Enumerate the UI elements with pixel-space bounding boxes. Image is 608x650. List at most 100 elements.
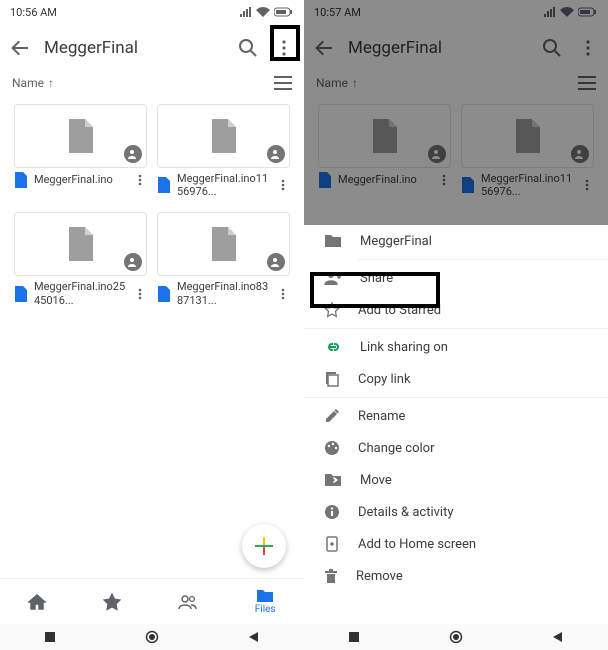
link-icon bbox=[324, 342, 342, 352]
back-nav-icon[interactable] bbox=[552, 631, 564, 643]
sheet-color-label: Change color bbox=[358, 441, 435, 456]
divider bbox=[358, 259, 608, 260]
doc-type-icon bbox=[157, 286, 171, 302]
file-thumbnail bbox=[461, 104, 594, 168]
file-item[interactable]: MeggerFinal.ino8387131... bbox=[157, 212, 290, 314]
home-nav-icon[interactable] bbox=[449, 630, 463, 644]
sheet-rename-label: Rename bbox=[358, 409, 405, 424]
file-item[interactable]: MeggerFinal.ino bbox=[14, 104, 147, 206]
shared-badge bbox=[571, 145, 589, 163]
move-icon bbox=[324, 473, 342, 487]
sheet-link-sharing[interactable]: Link sharing on bbox=[304, 331, 608, 363]
document-icon bbox=[514, 119, 542, 153]
recent-apps-icon[interactable] bbox=[44, 631, 56, 643]
item-more-icon[interactable] bbox=[437, 173, 451, 187]
search-button[interactable] bbox=[540, 36, 564, 60]
person-add-icon bbox=[271, 149, 281, 159]
sheet-rename[interactable]: Rename bbox=[304, 400, 608, 432]
sort-button[interactable]: Name ↑ bbox=[12, 76, 54, 90]
clock: 10:56 AM bbox=[10, 6, 57, 19]
more-button[interactable] bbox=[576, 36, 600, 60]
fab-button[interactable] bbox=[242, 524, 286, 568]
status-icons bbox=[240, 7, 294, 17]
shared-badge bbox=[124, 253, 142, 271]
file-item[interactable]: MeggerFinal.ino1156976... bbox=[157, 104, 290, 206]
recent-apps-icon[interactable] bbox=[348, 631, 360, 643]
home-icon bbox=[28, 593, 46, 611]
doc-type-icon bbox=[157, 177, 171, 193]
sheet-remove-label: Remove bbox=[356, 569, 403, 584]
item-more-icon[interactable] bbox=[133, 287, 147, 301]
battery-icon bbox=[578, 7, 598, 17]
sheet-copy-link[interactable]: Copy link bbox=[304, 363, 608, 395]
search-button[interactable] bbox=[236, 36, 260, 60]
doc-type-icon bbox=[14, 172, 28, 188]
file-item[interactable]: MeggerFinal.ino2545016... bbox=[14, 212, 147, 314]
view-toggle-button[interactable] bbox=[274, 76, 292, 90]
sheet-change-color[interactable]: Change color bbox=[304, 432, 608, 464]
item-more-icon[interactable] bbox=[580, 178, 594, 192]
trash-icon bbox=[324, 568, 338, 584]
file-thumbnail bbox=[14, 212, 147, 276]
file-name: MeggerFinal.ino bbox=[34, 173, 127, 186]
sheet-move[interactable]: Move bbox=[304, 464, 608, 496]
file-thumbnail bbox=[14, 104, 147, 168]
right-phone: 10:57 AM MeggerFinal Name ↑ MeggerFinal.… bbox=[304, 0, 608, 650]
nav-shared[interactable] bbox=[178, 593, 198, 611]
system-nav bbox=[304, 624, 608, 650]
search-icon bbox=[542, 38, 562, 58]
folder-icon bbox=[256, 589, 274, 603]
page-title: MeggerFinal bbox=[44, 38, 224, 58]
sheet-details-label: Details & activity bbox=[358, 505, 453, 520]
nav-files[interactable]: Files bbox=[255, 589, 276, 615]
sort-label: Name bbox=[316, 76, 348, 90]
home-nav-icon[interactable] bbox=[145, 630, 159, 644]
document-icon bbox=[67, 227, 95, 261]
document-icon bbox=[210, 119, 238, 153]
sheet-remove[interactable]: Remove bbox=[304, 560, 608, 592]
document-icon bbox=[210, 227, 238, 261]
nav-home[interactable] bbox=[28, 593, 46, 611]
person-add-icon bbox=[432, 149, 442, 159]
system-nav bbox=[0, 624, 304, 650]
pencil-icon bbox=[324, 408, 340, 424]
people-icon bbox=[178, 593, 198, 611]
more-vert-icon bbox=[578, 38, 598, 58]
sheet-move-label: Move bbox=[360, 473, 392, 488]
sheet-folder-header: MeggerFinal bbox=[304, 225, 608, 257]
arrow-left-icon bbox=[10, 38, 30, 58]
item-more-icon[interactable] bbox=[276, 287, 290, 301]
wifi-icon bbox=[256, 7, 270, 17]
sheet-add-home[interactable]: Add to Home screen bbox=[304, 528, 608, 560]
file-item[interactable]: MeggerFinal.ino1156976... bbox=[461, 104, 594, 206]
sort-direction-icon: ↑ bbox=[48, 76, 54, 90]
sheet-folder-name: MeggerFinal bbox=[360, 234, 432, 249]
nav-starred[interactable] bbox=[103, 593, 121, 611]
back-button[interactable] bbox=[8, 36, 32, 60]
palette-icon bbox=[324, 440, 340, 456]
list-view-icon bbox=[274, 76, 292, 90]
person-add-icon bbox=[128, 257, 138, 267]
item-more-icon[interactable] bbox=[133, 173, 147, 187]
file-grid: MeggerFinal.ino MeggerFinal.ino1156976..… bbox=[304, 94, 608, 216]
file-item[interactable]: MeggerFinal.ino bbox=[318, 104, 451, 206]
star-icon bbox=[103, 593, 121, 611]
shared-badge bbox=[267, 145, 285, 163]
item-more-icon[interactable] bbox=[276, 178, 290, 192]
back-nav-icon[interactable] bbox=[248, 631, 260, 643]
back-button[interactable] bbox=[312, 36, 336, 60]
arrow-left-icon bbox=[314, 38, 334, 58]
app-toolbar: MeggerFinal bbox=[304, 24, 608, 72]
tutorial-highlight-more bbox=[270, 25, 300, 61]
sheet-link-label: Link sharing on bbox=[360, 340, 448, 355]
sort-label: Name bbox=[12, 76, 44, 90]
sort-button[interactable]: Name ↑ bbox=[316, 76, 358, 90]
sheet-details[interactable]: Details & activity bbox=[304, 496, 608, 528]
shared-badge bbox=[267, 253, 285, 271]
shared-badge bbox=[428, 145, 446, 163]
view-toggle-button[interactable] bbox=[578, 76, 596, 90]
add-home-icon bbox=[324, 536, 340, 552]
sheet-copy-label: Copy link bbox=[358, 372, 411, 387]
person-add-icon bbox=[575, 149, 585, 159]
sort-direction-icon: ↑ bbox=[352, 76, 358, 90]
